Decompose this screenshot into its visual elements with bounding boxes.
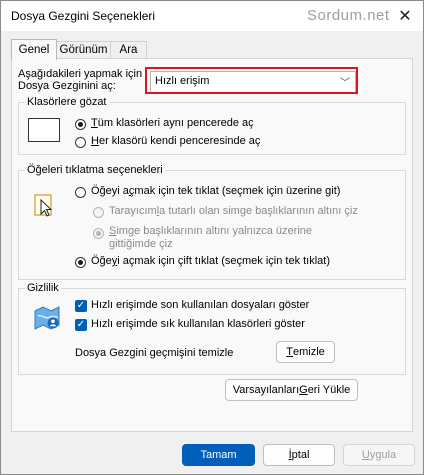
radio-underline-hover-label-line2: gittiğimde çiz (109, 238, 173, 250)
clear-history-label: Dosya Gezgini geçmişini temizle (75, 347, 234, 359)
radio-underline-hover-label[interactable]: Simge başlıklarının altını yalnızca üzer… (109, 225, 312, 237)
pointer-click-icon (34, 193, 58, 222)
general-tab-panel: Aşağıdakileri yapmak için Dosya Gezginin… (11, 58, 413, 432)
browse-folders-legend: Klasörlere gözat (27, 96, 107, 108)
title-bar: Dosya Gezgini Seçenekleri Sordum.net ✕ (1, 1, 423, 31)
radio-single-click[interactable] (75, 187, 86, 198)
privacy-icon (32, 303, 62, 334)
cancel-button[interactable]: İptal (263, 444, 335, 466)
close-icon: ✕ (398, 8, 412, 25)
red-highlight-annotation (145, 67, 358, 94)
tab-search[interactable]: Ara (110, 41, 147, 59)
radio-same-window-label[interactable]: Tüm klasörleri aynı pencerede aç (91, 117, 254, 129)
click-items-legend: Öğeleri tıklatma seçenekleri (27, 164, 163, 176)
open-in-label-line2: Dosya Gezginini aç: (18, 80, 116, 92)
radio-same-window[interactable] (75, 119, 86, 130)
radio-own-window-label[interactable]: Her klasörü kendi penceresinde aç (91, 135, 260, 147)
folder-options-window: Dosya Gezgini Seçenekleri Sordum.net ✕ G… (0, 0, 424, 475)
radio-double-click[interactable] (75, 257, 86, 268)
tab-view[interactable]: Görünüm (56, 41, 111, 59)
folder-window-icon (28, 118, 60, 145)
close-button[interactable]: ✕ (387, 1, 423, 31)
radio-double-click-label[interactable]: Öğeyi açmak için çift tıklat (seçmek içi… (91, 255, 330, 267)
open-in-label-line1: Aşağıdakileri yapmak için (18, 68, 143, 80)
radio-underline-browser[interactable] (93, 207, 104, 218)
checkbox-recent-files-label[interactable]: Hızlı erişimde son kullanılan dosyaları … (91, 299, 309, 311)
radio-underline-browser-label[interactable]: Tarayıcımla tutarlı olan simge başlıklar… (109, 205, 358, 217)
apply-button[interactable]: Uygula (343, 444, 415, 466)
tab-general[interactable]: Genel (11, 39, 57, 60)
privacy-legend: Gizlilik (27, 282, 59, 294)
radio-single-click-label[interactable]: Öğeyi açmak için tek tıklat (seçmek için… (91, 185, 340, 197)
ok-button[interactable]: Tamam (182, 444, 255, 466)
radio-underline-hover[interactable] (93, 228, 104, 239)
restore-defaults-button[interactable]: Varsayılanları Geri Yükle (225, 379, 358, 401)
clear-history-button[interactable]: Temizle (276, 341, 335, 363)
window-title: Dosya Gezgini Seçenekleri (11, 9, 156, 23)
checkbox-frequent-folders-label[interactable]: Hızlı erişimde sık kullanılan klasörleri… (91, 318, 305, 330)
radio-own-window[interactable] (75, 137, 86, 148)
checkbox-recent-files[interactable]: ✓ (75, 300, 87, 312)
watermark: Sordum.net (307, 7, 390, 24)
checkbox-frequent-folders[interactable]: ✓ (75, 319, 87, 331)
